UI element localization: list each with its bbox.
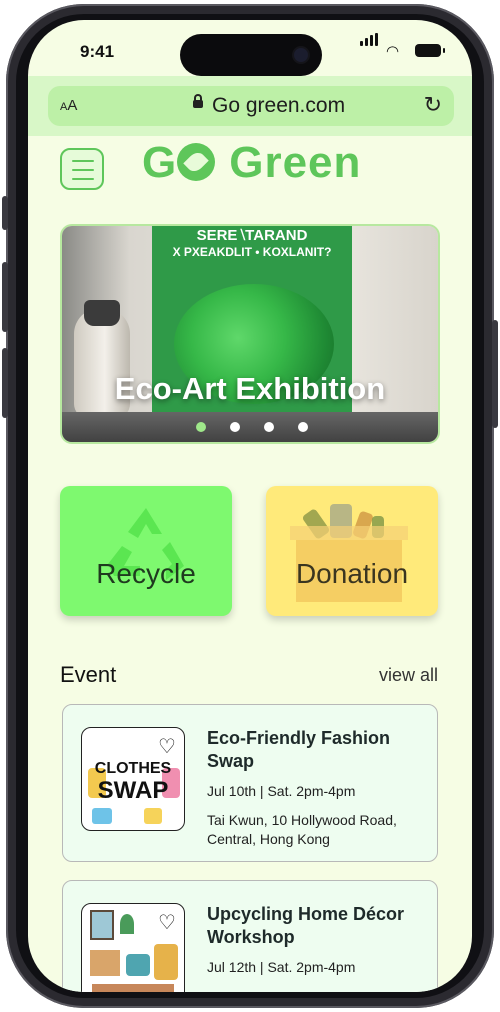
event-location: Tai Kwun, 10 Hollywood Road, Central, Ho… — [207, 812, 397, 847]
donation-label: Donation — [295, 558, 409, 589]
wifi-icon: ◠ — [386, 43, 400, 60]
leaf-icon — [177, 143, 216, 181]
favorite-heart-icon[interactable]: ♡ — [158, 734, 176, 759]
view-all-link[interactable]: view all — [379, 665, 438, 686]
banner-title: Eco-Art Exhibition — [114, 371, 386, 406]
recycle-label: Recycle — [96, 558, 196, 589]
status-bar: 9:41 ◠ — [28, 20, 472, 76]
event-title: Upcycling Home Décor Workshop — [207, 904, 405, 947]
mute-switch — [2, 196, 8, 230]
event-date: Jul 12th | Sat. 2pm-4pm — [207, 959, 356, 975]
text-size-button[interactable]: AA — [60, 97, 77, 114]
logo: G Green — [142, 138, 362, 187]
front-camera — [294, 48, 308, 62]
event-card-2[interactable]: ♡ Upcycling Home Décor Workshop Jul 12th… — [62, 880, 438, 992]
carousel-dot-3[interactable] — [264, 422, 274, 432]
event-date: Jul 10th | Sat. 2pm-4pm — [207, 783, 356, 799]
browser-toolbar: AA Go green.com ↻ — [28, 76, 472, 136]
carousel-dot-1[interactable] — [196, 422, 206, 432]
poster-text: SERE ⧵TARAND X PXEAKDLIT • KOXLANIT? — [172, 227, 332, 260]
event-title: Eco-Friendly Fashion Swap — [207, 728, 391, 771]
battery-icon — [415, 44, 445, 57]
dynamic-island — [180, 34, 322, 76]
clothes-swap-graphic: CLOTHES SWAP — [94, 760, 172, 804]
volume-up-button — [2, 262, 8, 332]
volume-down-button — [2, 348, 8, 418]
lock-icon — [193, 94, 203, 108]
status-time: 9:41 — [80, 42, 115, 61]
carousel-dot-2[interactable] — [230, 422, 240, 432]
favorite-heart-icon[interactable]: ♡ — [158, 910, 176, 935]
event-card-1[interactable]: CLOTHES SWAP ♡ Eco-Friendly Fashion Swap… — [62, 704, 438, 862]
event-section-title: Event — [60, 662, 117, 687]
menu-button[interactable] — [60, 148, 104, 190]
reload-icon[interactable]: ↻ — [424, 92, 442, 118]
carousel-dots[interactable] — [196, 422, 308, 432]
url-text[interactable]: Go green.com — [212, 94, 345, 118]
recycle-card[interactable]: Recycle — [60, 486, 232, 616]
donation-card[interactable]: Donation — [266, 486, 438, 616]
logo-green: Green — [229, 138, 362, 187]
power-button — [492, 320, 498, 428]
event-thumbnail-1: CLOTHES SWAP ♡ — [81, 727, 185, 831]
carousel-dot-4[interactable] — [298, 422, 308, 432]
hamburger-menu-icon — [72, 160, 94, 162]
hero-banner[interactable]: SERE ⧵TARAND X PXEAKDLIT • KOXLANIT? Eco-… — [60, 224, 440, 444]
address-bar[interactable]: AA Go green.com ↻ — [48, 86, 454, 126]
event-thumbnail-2: ♡ — [81, 903, 185, 992]
screen: 9:41 ◠ AA Go green.com ↻ G Green SERE ⧵TA… — [28, 20, 472, 992]
